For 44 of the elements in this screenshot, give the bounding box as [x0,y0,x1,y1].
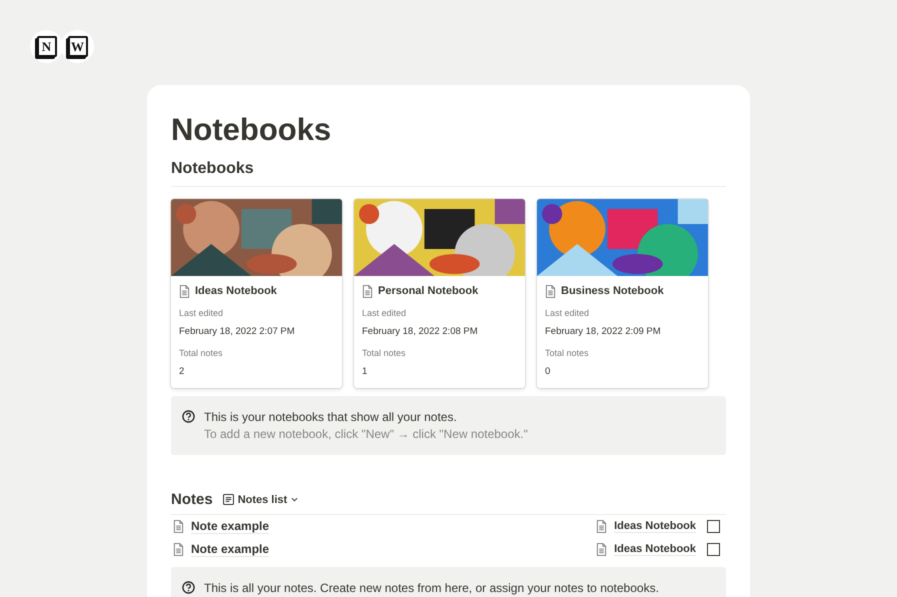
property-label: Last edited [362,308,408,319]
property-label: Total notes [362,348,407,359]
notes-count: 1 [362,366,368,378]
property-label: Total notes [179,348,224,359]
view-dropdown[interactable]: Notes list [222,494,298,506]
notes-count: 0 [545,366,552,378]
notebook-link[interactable]: Ideas Notebook [614,520,696,533]
note-title[interactable]: Note example [191,542,270,557]
notebook-card[interactable]: Business Notebook Last edited February 18, 2022 2:09 PM Total notes 0 [537,199,708,388]
checkbox[interactable] [707,543,720,556]
document-icon [596,543,608,556]
edited-date: February 18, 2022 2:09 PM [545,326,662,338]
notebook-link[interactable]: Ideas Notebook [614,543,696,556]
callout-text: This is all your notes. Create new notes from here, or assign your notes to notebooks. [204,580,659,597]
document-icon [179,284,190,298]
notes-count: 2 [179,366,186,378]
edited-date: February 18, 2022 2:07 PM [179,326,296,338]
document-icon [173,520,184,533]
notebook-card[interactable]: Ideas Notebook Last edited February 18, 2022 2:07 PM Total notes 2 [171,199,342,388]
document-icon [173,543,184,556]
notebook-title: Ideas Notebook [195,285,277,297]
checkbox[interactable] [707,520,720,533]
edited-date: February 18, 2022 2:08 PM [362,326,479,338]
section-heading: Notes [171,491,213,508]
chevron-icon [291,497,298,502]
help-icon [182,581,195,594]
list-icon [222,494,234,505]
note-title[interactable]: Note example [191,519,270,534]
page-title: Notebooks [171,111,332,149]
logo-icon: W [61,30,94,63]
section-heading: Notebooks [171,159,726,187]
notebook-title: Personal Notebook [378,285,478,297]
property-label: Total notes [545,348,590,359]
help-icon [182,410,195,423]
callout-hint: To add a new notebook, click "New" → click "New notebook." [204,426,528,443]
callout-text: This is your notebooks that show all your notes. [204,409,458,426]
document-icon [545,284,556,298]
document-icon [596,520,608,533]
logo-icon: N [30,30,63,63]
property-label: Last edited [545,308,590,319]
notebook-card[interactable]: Personal Notebook Last edited February 18, 2022 2:08 PM Total notes 1 [354,199,525,388]
document-icon [362,284,373,298]
notebook-title: Business Notebook [561,285,664,297]
property-label: Last edited [179,308,224,319]
